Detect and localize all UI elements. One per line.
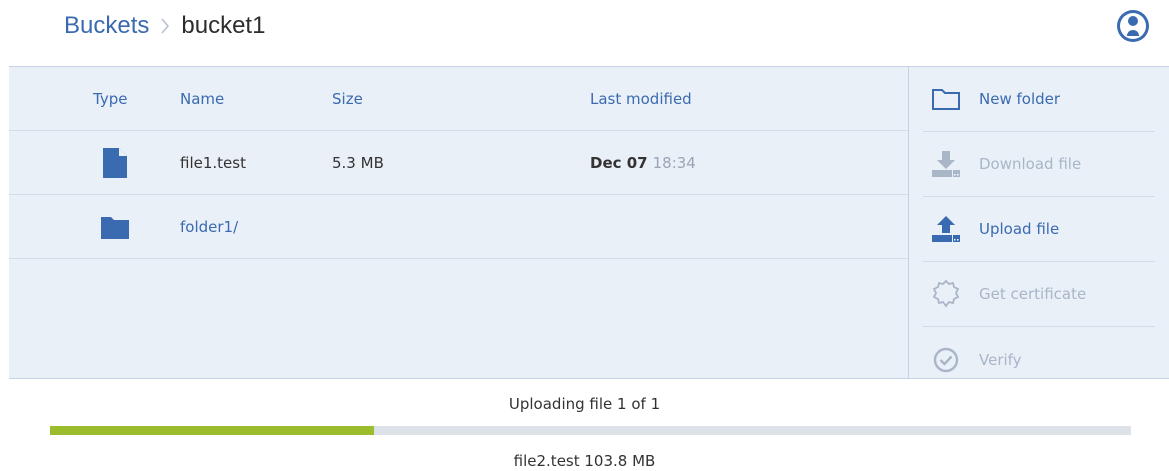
table-row[interactable]: folder1/ [9,195,908,259]
modified-time: 18:34 [652,154,696,172]
upload-icon [929,212,963,246]
table-header: Type Name Size Last modified [9,67,908,131]
upload-progress-fill [50,426,375,435]
upload-file-label: Upload file [979,220,1060,238]
verify-label: Verify [979,350,1022,369]
folder-name-link[interactable]: folder1/ [180,195,238,259]
user-account-icon[interactable] [1116,9,1150,43]
modified-date: Dec 07 [590,154,648,172]
upload-progress-bar [50,426,1131,435]
file-size: 5.3 MB [332,154,384,172]
get-certificate-button[interactable]: Get certificate [923,262,1155,327]
column-header-last-modified[interactable]: Last modified [590,67,692,131]
folder-outline-icon [929,82,963,116]
download-file-button[interactable]: Download file [923,132,1155,197]
new-folder-button[interactable]: New folder [923,67,1155,132]
file-icon [99,131,131,195]
get-certificate-label: Get certificate [979,285,1087,303]
upload-status: Uploading file 1 of 1 [508,395,661,413]
file-browser: Type Name Size Last modified file1.test … [9,66,1169,379]
breadcrumb-current: bucket1 [181,12,266,39]
column-header-type[interactable]: Type [93,67,127,131]
download-icon [929,147,963,181]
header: Buckets bucket1 [0,0,1169,66]
column-header-size[interactable]: Size [332,67,363,131]
verify-icon [929,343,963,377]
new-folder-label: New folder [979,90,1061,108]
verify-button[interactable]: Verify [923,327,1155,392]
column-header-name[interactable]: Name [180,67,224,131]
breadcrumb-separator-icon [160,17,170,35]
breadcrumb: Buckets bucket1 [64,9,265,43]
certificate-icon [929,277,963,311]
upload-file-info: file2.test 103.8 MB [513,452,656,470]
download-file-label: Download file [979,155,1082,173]
file-name: file1.test [180,154,246,172]
upload-file-button[interactable]: Upload file [923,197,1155,262]
file-table: Type Name Size Last modified file1.test … [9,67,908,378]
file-last-modified: Dec 07 18:34 [590,131,696,195]
breadcrumb-buckets-link[interactable]: Buckets [64,12,149,40]
folder-icon [99,195,131,259]
actions-panel: New folder Download file Upload file Get… [908,67,1169,378]
table-row[interactable]: file1.test 5.3 MB Dec 07 18:34 [9,131,908,195]
